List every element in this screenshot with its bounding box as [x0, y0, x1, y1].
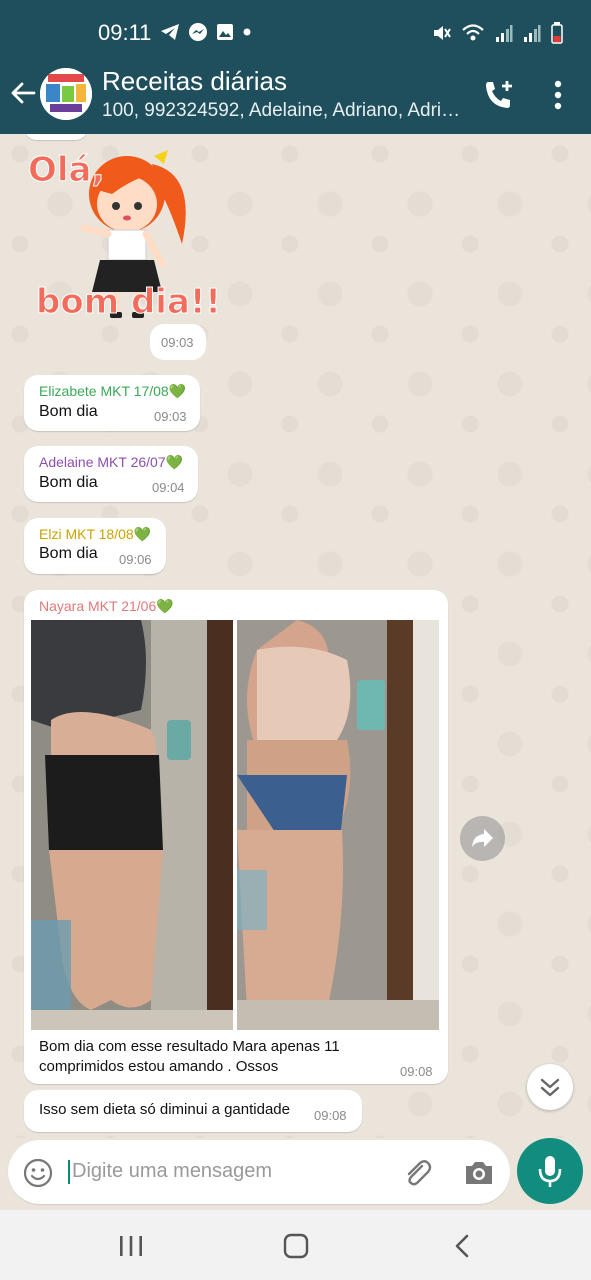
message-bubble[interactable]: Adelaine MKT 26/07💚 Bom dia 09:04: [24, 446, 198, 502]
group-avatar-image: [40, 68, 92, 120]
image-icon: [217, 24, 233, 40]
add-call-icon[interactable]: [482, 78, 516, 112]
system-nav-bar: [0, 1210, 591, 1280]
status-time: 09:11: [98, 20, 152, 45]
home-icon[interactable]: [283, 1233, 309, 1259]
sticker-text-top: Olá,: [27, 150, 105, 191]
mute-icon: [434, 26, 451, 40]
message-time: 09:06: [119, 552, 152, 567]
attach-icon[interactable]: [400, 1156, 434, 1190]
message-bubble[interactable]: Elizabete MKT 17/08💚 Bom dia 09:03: [24, 375, 200, 431]
wifi-icon: [462, 24, 484, 41]
sender-name[interactable]: Adelaine MKT 26/07💚: [39, 454, 183, 471]
message-time: 09:04: [152, 480, 185, 495]
chat-title[interactable]: Receitas diárias: [102, 66, 287, 97]
chat-participants[interactable]: 100, 992324592, Adelaine, Adriano, Adrie…: [102, 100, 467, 122]
mic-icon: [538, 1156, 562, 1187]
telegram-icon: [161, 24, 179, 40]
sender-name[interactable]: Elzi MKT 18/08💚: [39, 526, 151, 543]
sticker-time-badge: 09:03: [150, 324, 206, 360]
emoji-icon[interactable]: [22, 1157, 54, 1189]
dot-icon: [243, 28, 251, 36]
forward-icon: [472, 829, 493, 847]
camera-icon[interactable]: [462, 1156, 496, 1190]
message-time: 09:03: [154, 409, 187, 424]
back-icon[interactable]: [452, 1233, 472, 1259]
chat-header: Receitas diárias 100, 992324592, Adelain…: [0, 54, 591, 134]
recent-apps-icon[interactable]: [117, 1234, 145, 1258]
message-bubble[interactable]: Elzi MKT 18/08💚 Bom dia 09:06: [24, 518, 166, 574]
more-vert-icon[interactable]: [546, 78, 570, 112]
sticker-message[interactable]: Olá, bom dia!!: [22, 134, 221, 334]
message-bubble[interactable]: Isso sem dieta só diminui a gantidade 09…: [24, 1090, 362, 1132]
mic-button[interactable]: [517, 1138, 583, 1204]
messenger-icon: [189, 23, 207, 41]
message-time: 09:03: [161, 335, 194, 350]
composer-bar: Digite uma mensagem: [0, 1138, 591, 1210]
image-caption-line-1: Bom dia com esse resultado Mara apenas 1…: [39, 1038, 340, 1055]
scroll-to-bottom-button[interactable]: [527, 1064, 573, 1110]
message-time: 09:08: [400, 1064, 433, 1079]
message-text: Bom dia: [39, 403, 98, 420]
group-avatar[interactable]: [40, 68, 92, 120]
message-text: Bom dia: [39, 474, 98, 491]
photo-right[interactable]: [237, 620, 439, 1030]
double-chevron-down-icon: [540, 1078, 560, 1097]
chat-area[interactable]: Olá, bom dia!! 09:03 Elizabete MKT 17/08…: [0, 134, 591, 1144]
message-time: 09:08: [314, 1108, 347, 1123]
signal-icon-2: [524, 25, 541, 42]
message-text: Bom dia: [39, 545, 98, 562]
photo-left[interactable]: [31, 620, 233, 1030]
battery-icon: [551, 22, 563, 44]
message-text: Isso sem dieta só diminui a gantidade: [39, 1101, 290, 1118]
back-arrow-icon[interactable]: [8, 78, 38, 108]
sender-name[interactable]: Nayara MKT 21/06💚: [39, 598, 174, 615]
sticker-text-bottom: bom dia!!: [36, 282, 222, 323]
signal-icon: [496, 25, 513, 42]
forward-button[interactable]: [460, 816, 505, 861]
message-input[interactable]: Digite uma mensagem: [8, 1140, 510, 1204]
image-caption-line-2: comprimidos estou amando . Ossos: [39, 1058, 279, 1075]
sender-name[interactable]: Elizabete MKT 17/08💚: [39, 383, 186, 400]
status-bar: 09:11: [0, 0, 591, 54]
text-caret: [68, 1160, 70, 1184]
message-placeholder[interactable]: Digite uma mensagem: [72, 1160, 272, 1183]
